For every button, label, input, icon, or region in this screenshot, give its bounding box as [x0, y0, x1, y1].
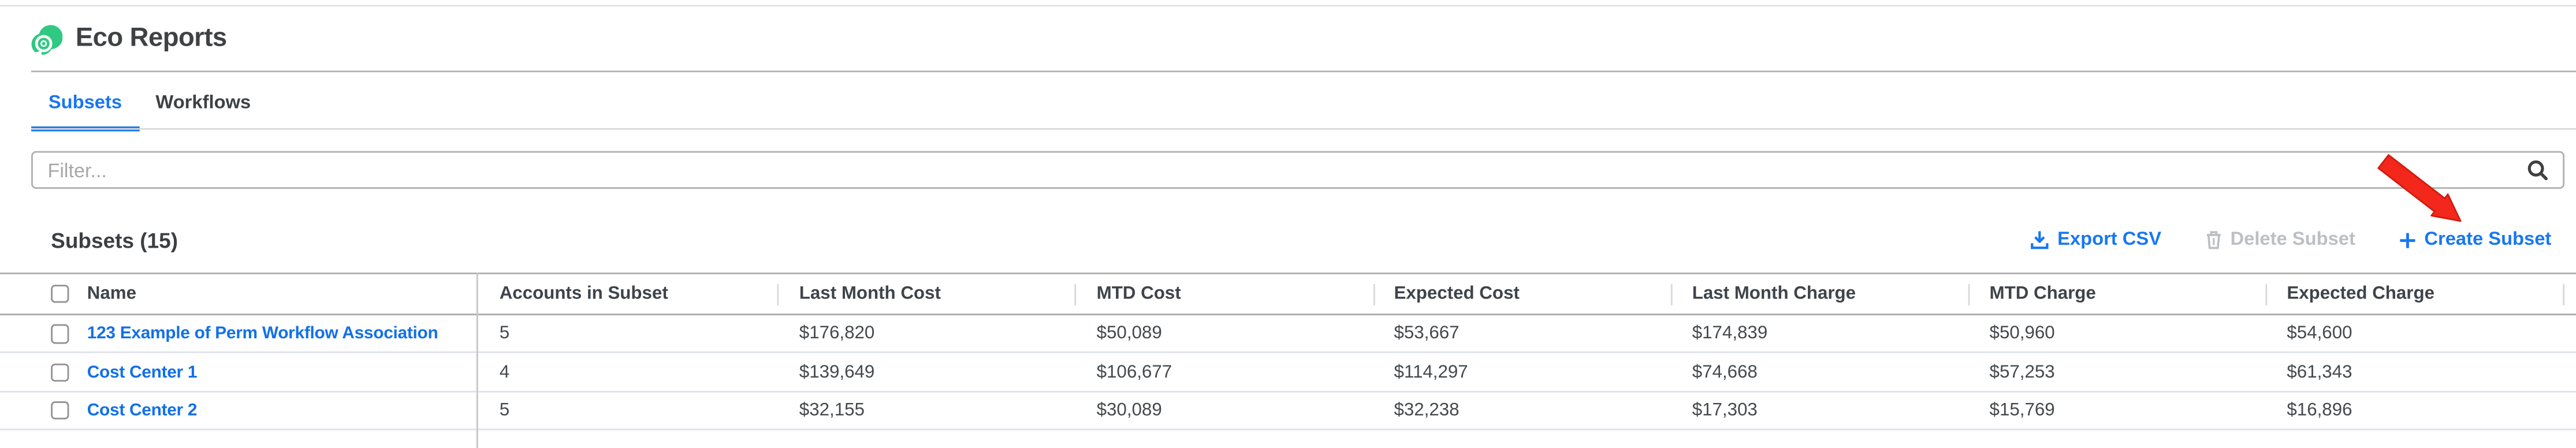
subsets-table: Name Accounts in Subset Last Month Cost … — [0, 272, 2576, 448]
table-header-row: Name Accounts in Subset Last Month Cost … — [0, 272, 2576, 315]
create-subset-label: Create Subset — [2424, 230, 2551, 249]
column-separator — [1670, 283, 1672, 305]
column-separator — [2265, 283, 2266, 305]
last-month-charge-value: $74,668 — [1692, 363, 1758, 382]
download-icon — [2031, 230, 2049, 249]
row-checkbox[interactable] — [51, 363, 69, 382]
last-month-cost-value: $139,649 — [799, 363, 875, 382]
column-separator — [777, 283, 779, 305]
export-csv-label: Export CSV — [2057, 230, 2161, 249]
create-subset-button[interactable]: Create Subset — [2398, 230, 2552, 249]
row-checkbox[interactable] — [51, 324, 69, 343]
mtd-cost-value: $30,089 — [1097, 401, 1162, 420]
column-header-last-month-cost[interactable]: Last Month Cost — [799, 284, 941, 304]
column-header-name[interactable]: Name — [87, 284, 136, 304]
last-month-cost-value: $176,820 — [799, 324, 875, 344]
header-divider — [31, 70, 2576, 73]
expected-cost-value: $32,238 — [1394, 401, 1459, 420]
delete-subset-button[interactable]: Delete Subset — [2204, 230, 2355, 249]
search-icon — [2526, 160, 2547, 181]
column-header-expected-cost[interactable]: Expected Cost — [1394, 284, 1519, 304]
table-body: 123 Example of Perm Workflow Association… — [0, 316, 2576, 431]
filter-container — [31, 152, 2564, 189]
column-header-mtd-cost[interactable]: MTD Cost — [1097, 284, 1181, 304]
tab-subsets-label: Subsets — [49, 94, 122, 114]
subset-name-link[interactable]: Cost Center 1 — [87, 363, 197, 382]
subset-name-link[interactable]: Cost Center 2 — [87, 401, 197, 420]
column-header-mtd-charge[interactable]: MTD Charge — [1990, 284, 2096, 304]
export-csv-button[interactable]: Export CSV — [2031, 230, 2161, 249]
expected-charge-value: $16,896 — [2287, 401, 2352, 420]
eco-reports-page: Eco Reports Subsets Workflows Subsets (1… — [0, 0, 2576, 448]
app-header: Eco Reports — [31, 21, 227, 58]
mtd-charge-value: $57,253 — [1990, 363, 2055, 382]
expected-charge-value: $61,343 — [2287, 363, 2352, 382]
accounts-in-subset-value: 5 — [500, 324, 509, 344]
frozen-column-divider — [477, 272, 478, 448]
column-header-last-month-charge[interactable]: Last Month Charge — [1692, 284, 1856, 304]
expected-cost-value: $114,297 — [1394, 363, 1468, 382]
tab-workflows-label: Workflows — [155, 94, 251, 114]
column-header-expected-charge[interactable]: Expected Charge — [2287, 284, 2434, 304]
column-separator — [2562, 283, 2564, 305]
subsets-count-heading: Subsets (15) — [51, 227, 178, 252]
plus-icon — [2398, 231, 2416, 249]
mtd-cost-value: $50,089 — [1097, 324, 1162, 344]
accounts-in-subset-value: 4 — [500, 363, 509, 382]
column-separator — [1372, 283, 1374, 305]
top-divider — [0, 5, 2576, 7]
subset-name-link[interactable]: 123 Example of Perm Workflow Association — [87, 324, 438, 344]
tab-subsets[interactable]: Subsets — [31, 77, 139, 130]
expected-charge-value: $54,600 — [2287, 324, 2352, 344]
list-toolbar: Subsets (15) Export CSV Delete Subset — [51, 228, 2551, 251]
toolbar-actions: Export CSV Delete Subset Create Subset — [2031, 230, 2552, 249]
trash-icon — [2204, 230, 2222, 249]
mtd-cost-value: $106,677 — [1097, 363, 1172, 382]
accounts-in-subset-value: 5 — [500, 401, 509, 420]
last-month-cost-value: $32,155 — [799, 401, 865, 420]
mtd-charge-value: $50,960 — [1990, 324, 2055, 344]
select-all-checkbox[interactable] — [51, 285, 69, 304]
column-separator — [1968, 283, 1970, 305]
page-title: Eco Reports — [76, 25, 227, 54]
table-row: Cost Center 1 4 $139,649 $106,677 $114,2… — [0, 354, 2576, 392]
expected-cost-value: $53,667 — [1394, 324, 1459, 344]
last-month-charge-value: $174,839 — [1692, 324, 1768, 344]
table-row: Cost Center 2 5 $32,155 $30,089 $32,238 … — [0, 392, 2576, 430]
row-checkbox[interactable] — [51, 401, 69, 420]
last-month-charge-value: $17,303 — [1692, 401, 1758, 420]
tab-bar-baseline — [31, 129, 2576, 130]
tab-workflows[interactable]: Workflows — [139, 77, 267, 130]
filter-input[interactable] — [33, 159, 2526, 182]
eco-reports-logo-icon — [31, 24, 62, 55]
column-header-accounts-in-subset[interactable]: Accounts in Subset — [500, 284, 668, 304]
column-separator — [1074, 283, 1076, 305]
tab-bar: Subsets Workflows — [31, 77, 2576, 130]
table-row: 123 Example of Perm Workflow Association… — [0, 316, 2576, 354]
delete-subset-label: Delete Subset — [2231, 230, 2355, 249]
mtd-charge-value: $15,769 — [1990, 401, 2055, 420]
